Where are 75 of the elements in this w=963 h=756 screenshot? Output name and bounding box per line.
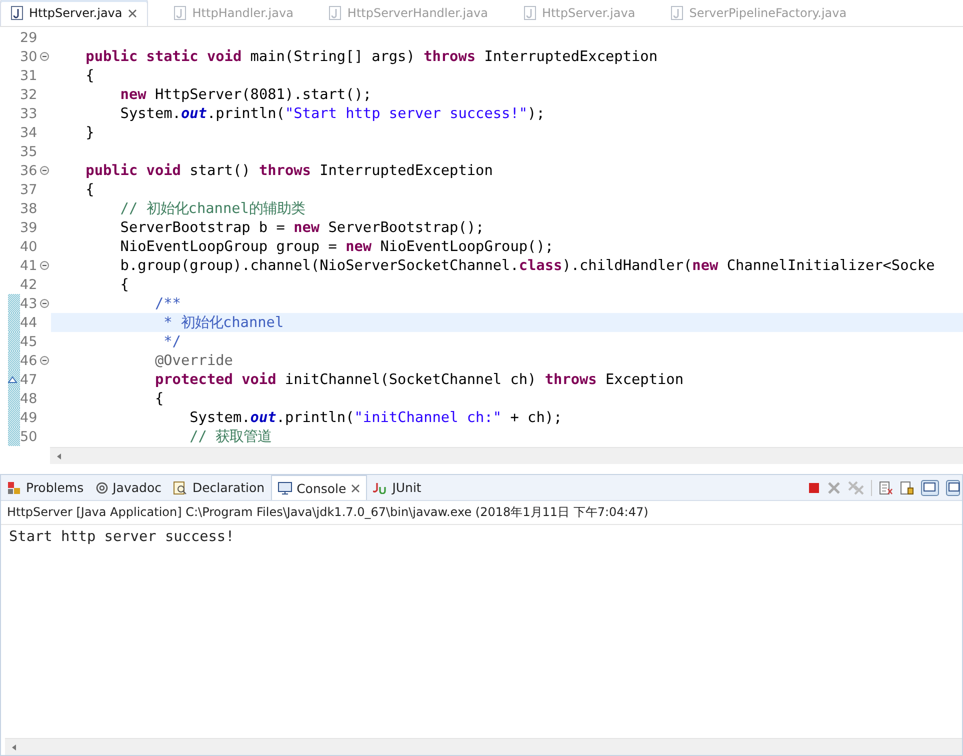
scroll-lock-icon[interactable] bbox=[900, 480, 914, 494]
console-output: Start http server success! bbox=[9, 529, 236, 545]
code-line: NioEventLoopGroup group = new NioEventLoopGroup(); bbox=[119, 238, 554, 254]
line-number: 45 bbox=[20, 334, 38, 350]
code-line: b.group(group).channel(NioServerSocketChannel.class).childHandler(new ChannelInitializer<Socke bbox=[119, 258, 935, 274]
code-line: { bbox=[84, 182, 94, 198]
line-number: 35 bbox=[20, 144, 38, 160]
code-line: ServerBootstrap b = new ServerBootstrap(); bbox=[119, 220, 484, 236]
collapse-icon[interactable] bbox=[40, 299, 49, 308]
collapse-icon[interactable] bbox=[40, 166, 49, 175]
code-line: } bbox=[84, 124, 94, 140]
view-tab[interactable]: Console bbox=[270, 475, 368, 500]
code-line: @Override bbox=[154, 352, 233, 368]
line-number: 49 bbox=[20, 410, 38, 426]
line-number: 41 bbox=[20, 258, 38, 274]
clear-console-icon[interactable] bbox=[879, 480, 893, 494]
java-file-icon bbox=[174, 6, 186, 20]
java-file-icon bbox=[329, 6, 342, 20]
line-number: 32 bbox=[20, 86, 38, 102]
close-icon[interactable] bbox=[351, 484, 360, 492]
terminate-icon[interactable] bbox=[808, 482, 820, 494]
java-file-icon bbox=[11, 6, 23, 20]
scroll-left-icon[interactable] bbox=[11, 744, 17, 750]
line-number: 48 bbox=[20, 390, 38, 406]
line-number: 44 bbox=[20, 314, 38, 330]
collapse-icon[interactable] bbox=[40, 52, 49, 61]
horizontal-scrollbar[interactable] bbox=[5, 738, 962, 755]
junit-icon bbox=[373, 482, 388, 494]
code-line: { bbox=[154, 390, 164, 406]
line-number: 50 bbox=[20, 428, 38, 444]
java-file-icon bbox=[671, 6, 684, 20]
code-line: */ bbox=[162, 334, 181, 350]
code-line: // 初始化channel的辅助类 bbox=[119, 200, 305, 218]
line-number: 30 bbox=[20, 48, 38, 64]
line-number: 40 bbox=[20, 238, 38, 254]
pin-console-icon[interactable] bbox=[921, 480, 939, 496]
close-icon[interactable] bbox=[128, 8, 138, 18]
code-line: public static void main(String[] args) throws InterruptedException bbox=[84, 48, 658, 64]
monitor-icon bbox=[278, 482, 292, 494]
line-number: 37 bbox=[20, 182, 38, 198]
view-tab[interactable]: Problems bbox=[1, 476, 90, 500]
display-console-icon[interactable] bbox=[946, 480, 960, 496]
view-tab[interactable]: Declaration bbox=[167, 476, 271, 500]
code-line: * 初始化channel bbox=[162, 314, 284, 332]
problems-icon bbox=[7, 480, 21, 494]
code-line: { bbox=[119, 276, 129, 292]
code-line: public void start() throws InterruptedException bbox=[84, 162, 493, 178]
collapse-icon[interactable] bbox=[40, 261, 49, 270]
view-tab[interactable]: Javadoc bbox=[90, 476, 168, 500]
code-line: { bbox=[84, 68, 94, 84]
console-description: HttpServer [Java Application] C:\Program Files\Java\jdk1.7.0_67\bin\javaw.exe (2018年1月11日 下午7:04:47) bbox=[1, 501, 962, 525]
line-number: 47 bbox=[20, 372, 38, 388]
editor-tab[interactable]: HttpServer.java bbox=[0, 0, 148, 26]
code-line: System.out.println("Start http server success!"); bbox=[119, 106, 545, 122]
line-number: 46 bbox=[20, 352, 38, 368]
line-number: 31 bbox=[20, 68, 38, 84]
code-line: // 获取管道 bbox=[188, 428, 272, 446]
collapse-icon[interactable] bbox=[40, 356, 49, 365]
scroll-left-icon[interactable] bbox=[56, 452, 62, 460]
line-number: 42 bbox=[20, 276, 38, 292]
line-number: 34 bbox=[20, 124, 38, 140]
line-number: 43 bbox=[20, 296, 38, 312]
line-number: 39 bbox=[20, 220, 38, 236]
code-line: protected void initChannel(SocketChannel ch) throws Exception bbox=[154, 372, 684, 388]
code-line: /** bbox=[154, 296, 181, 312]
view-tab[interactable]: JUnit bbox=[367, 476, 428, 500]
declaration-icon bbox=[173, 480, 188, 494]
line-number: 38 bbox=[20, 200, 38, 216]
line-number: 29 bbox=[20, 30, 38, 46]
code-line: new HttpServer(8081).start(); bbox=[119, 86, 372, 102]
code-line: System.out.println("initChannel ch:" + ch); bbox=[188, 410, 562, 426]
java-file-icon bbox=[524, 6, 536, 20]
line-number: 33 bbox=[20, 106, 38, 122]
line-number: 36 bbox=[20, 162, 38, 178]
horizontal-scrollbar[interactable] bbox=[50, 447, 963, 464]
